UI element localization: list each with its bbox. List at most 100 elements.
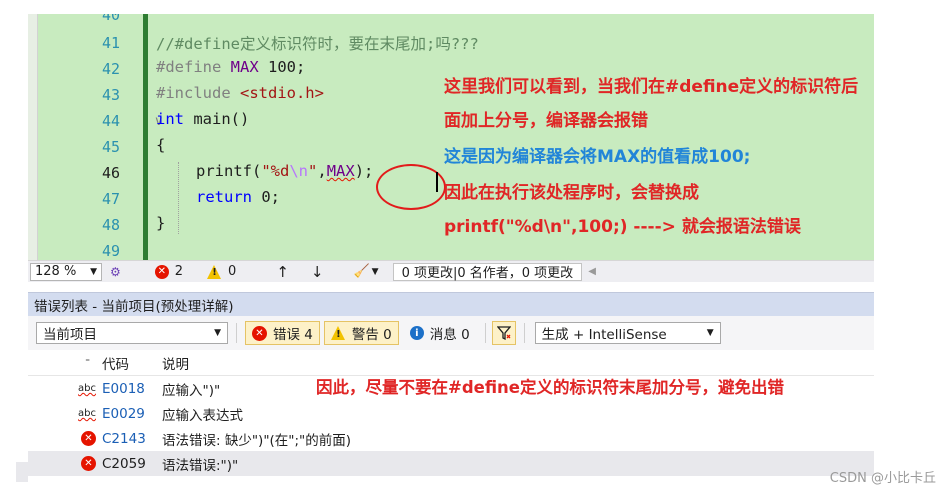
annotation-text: 这里我们可以看到，当我们在#define定义的标识符后	[444, 77, 859, 97]
scope-value: 当前项目	[43, 327, 97, 343]
intellisense-error-icon: abc	[78, 383, 96, 394]
info-icon: i	[409, 326, 424, 340]
error-list-toolbar: 当前项目 ▼ ✕ 错误 4 ! 警告 0 i 消息 0 生成 + Intelli…	[28, 316, 874, 350]
line-number: 40	[101, 14, 120, 24]
line-number: 41	[101, 34, 120, 52]
line-numbers: 40 41 42 43 44 45 46 47 48 49	[38, 14, 138, 260]
warnings-filter-button[interactable]: ! 警告 0	[323, 321, 399, 345]
line-number: 42	[101, 60, 120, 78]
error-icon: ✕	[81, 431, 96, 446]
error-count[interactable]: ✕ 2	[154, 264, 184, 279]
annotation-text-highlight: 这是因为编译器会将MAX的值看成100;	[444, 147, 751, 167]
arrow-up-icon[interactable]: ↑	[276, 263, 289, 281]
code-comment: //#define定义标识符时，要在末尾加;吗???	[156, 35, 479, 53]
close-brace: }	[156, 214, 166, 232]
messages-filter-label: 消息 0	[429, 327, 470, 343]
preprocessor-keyword: #define	[156, 58, 222, 76]
header-description[interactable]: 说明	[162, 353, 874, 373]
return-value: 0;	[252, 188, 280, 206]
line-number: 45	[101, 138, 120, 156]
chevron-down-icon[interactable]: ▼	[372, 267, 379, 277]
warning-count-value: 0	[228, 264, 237, 279]
messages-filter-button[interactable]: i 消息 0	[403, 321, 477, 345]
error-description: 语法错误:")"	[162, 457, 239, 474]
keyword-int: int	[156, 110, 184, 128]
error-code[interactable]: C2059	[98, 456, 162, 472]
changes-indicator[interactable]: 0 项更改|0 名作者，0 项更改	[392, 262, 583, 281]
health-icon[interactable]: ⚙	[110, 265, 121, 279]
macro-usage-error[interactable]: MAX	[327, 162, 355, 180]
open-brace: {	[156, 136, 166, 154]
error-list-title: 错误列表 - 当前项目(预处理详解)	[28, 292, 874, 316]
scope-select[interactable]: 当前项目 ▼	[36, 322, 228, 344]
code-line-main: int main()	[156, 110, 249, 128]
sort-icon: ⁼	[85, 357, 90, 368]
function-call: printf(	[196, 162, 262, 180]
error-description: 语法错误: 缺少")"(在";"的前面)	[162, 432, 352, 449]
error-count-value: 2	[174, 264, 184, 279]
error-icon: ✕	[154, 264, 169, 279]
annotation-note: 因此，尽量不要在#define定义的标识符末尾加分号，避免出错	[316, 378, 784, 397]
header-code[interactable]: 代码	[98, 353, 162, 373]
annotation-text: printf("%d\n",100;) ----> 就会报语法错误	[444, 217, 801, 237]
line-number: 47	[101, 190, 120, 208]
watermark: CSDN @小比卡丘	[829, 471, 936, 486]
warning-icon: !	[207, 264, 222, 279]
errors-filter-button[interactable]: ✕ 错误 4	[245, 321, 320, 345]
broom-icon[interactable]: 🧹	[353, 264, 369, 279]
build-source-value: 生成 + IntelliSense	[541, 327, 667, 343]
annotation-text: 因此在执行该处程序时，会替换成	[444, 183, 699, 203]
code-line-include: #include <stdio.h>	[156, 84, 324, 102]
include-file: <stdio.h>	[230, 84, 324, 102]
line-number: 46	[101, 164, 120, 182]
toolbar-separator	[236, 323, 237, 343]
code-line-printf: printf("%d\n",MAX);	[196, 162, 373, 180]
panel-edge	[16, 462, 28, 482]
warnings-filter-label: 警告 0	[351, 327, 392, 343]
warning-icon: !	[330, 326, 346, 340]
preprocessor-keyword: #include	[156, 84, 231, 102]
header-icon-col[interactable]: ⁼	[28, 358, 98, 368]
macro-name: MAX	[230, 58, 259, 76]
error-code[interactable]: C2143	[98, 431, 162, 447]
table-row[interactable]: abc E0029 应输入表达式	[28, 401, 874, 426]
filter-funnel-icon[interactable]	[491, 321, 516, 345]
line-number: 49	[101, 242, 120, 260]
keyword-return: return	[196, 188, 252, 206]
escape-sequence: \n	[289, 162, 308, 180]
warning-count[interactable]: ! 0	[207, 264, 236, 279]
error-icon: ✕	[252, 325, 267, 341]
comma: ,	[317, 162, 327, 180]
code-line-define: #define MAX 100;	[156, 58, 305, 76]
error-table: ⁼ 代码 说明 abc E0018 应输入")" abc E0029 应输入表达…	[28, 350, 874, 482]
code-line-return: return 0;	[196, 188, 280, 206]
intellisense-error-icon: abc	[78, 408, 96, 419]
toolbar-separator	[484, 323, 486, 343]
string-literal-end: "	[308, 162, 318, 180]
zoom-select[interactable]: 128 % ▼	[30, 262, 102, 281]
code-editor[interactable]: 40 41 42 43 44 45 46 47 48 49 ∨ //#defin…	[28, 14, 874, 260]
table-row[interactable]: ✕ C2143 语法错误: 缺少")"(在";"的前面)	[28, 426, 874, 451]
line-number: 44	[101, 112, 120, 130]
toolbar-separator	[523, 323, 525, 343]
chevron-down-icon: ▼	[90, 266, 97, 277]
annotation-text: 面加上分号，编译器会报错	[444, 111, 648, 131]
error-icon: ✕	[81, 456, 96, 471]
arrow-down-icon[interactable]: ↓	[311, 263, 324, 281]
errors-filter-label: 错误 4	[273, 327, 313, 343]
table-row-selected[interactable]: ✕ C2059 语法错误:")"	[28, 451, 874, 476]
changes-text: 0 项更改|0 名作者，0 项更改	[401, 266, 574, 281]
statement-end: );	[354, 162, 374, 180]
panel-title: 错误列表 - 当前项目(预处理详解)	[34, 298, 234, 315]
scope-guide-line	[178, 162, 179, 234]
error-code[interactable]: E0029	[98, 406, 162, 422]
scroll-left-icon[interactable]: ◀	[588, 266, 596, 277]
build-source-select[interactable]: 生成 + IntelliSense ▼	[534, 322, 721, 344]
editor-margin	[28, 14, 38, 260]
function-signature: main()	[184, 110, 250, 128]
error-code[interactable]: E0018	[98, 381, 162, 397]
zoom-value: 128 %	[35, 264, 77, 279]
chevron-down-icon: ▼	[214, 328, 221, 338]
error-description: 应输入表达式	[162, 407, 243, 424]
line-number: 43	[101, 86, 120, 104]
